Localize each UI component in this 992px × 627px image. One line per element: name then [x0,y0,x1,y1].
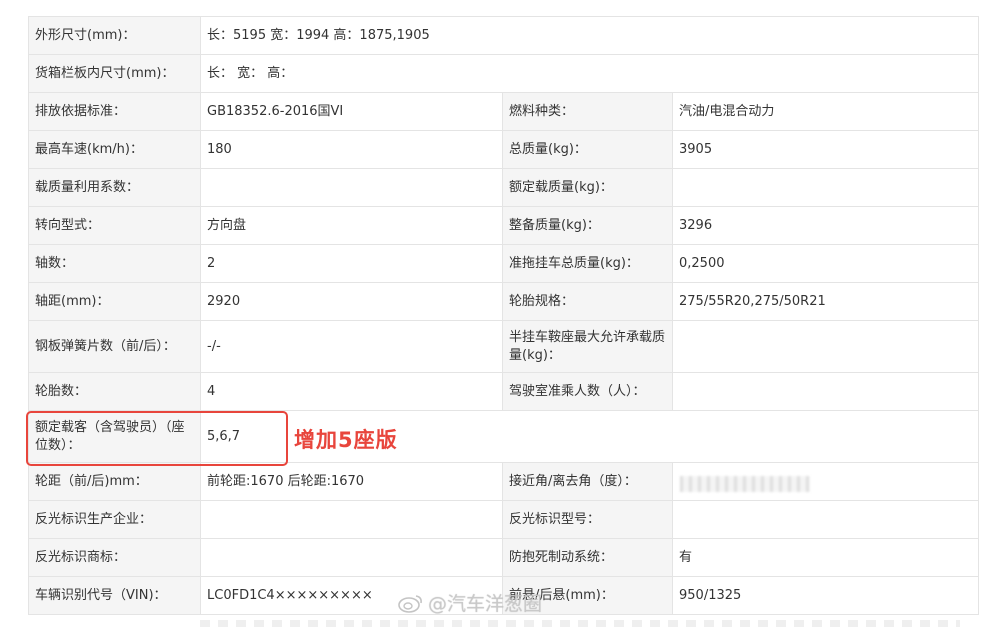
table-row: 转向型式： 方向盘 整备质量(kg)： 3296 [28,206,979,245]
spec-table: 外形尺寸(mm)： 长：5195 宽：1994 高：1875,1905 货箱栏板… [28,16,979,615]
value-abs: 有 [672,538,979,577]
label-fuel-type: 燃料种类： [502,92,673,131]
value-total-mass: 3905 [672,130,979,169]
label-curb-mass: 整备质量(kg)： [502,206,673,245]
weibo-icon [398,593,424,613]
label-axle-count: 轴数： [28,244,201,283]
value-emission-standard: GB18352.6-2016国VI [200,92,503,131]
value-reflector-maker [200,500,503,539]
label-cab-occupants: 驾驶室准乘人数（人）： [502,372,673,411]
label-reflector-model: 反光标识型号： [502,500,673,539]
table-row: 反光标识生产企业： 反光标识型号： [28,500,979,539]
label-rated-load: 额定载质量(kg)： [502,168,673,207]
table-row: 反光标识商标： 防抱死制动系统： 有 [28,538,979,577]
table-row: 轴数： 2 准拖挂车总质量(kg)： 0,2500 [28,244,979,283]
label-reflector-maker: 反光标识生产企业： [28,500,201,539]
label-dimensions: 外形尺寸(mm)： [28,16,201,55]
value-track-width: 前轮距:1670 后轮距:1670 [200,462,503,501]
value-leaf-springs: -/- [200,320,503,373]
redacted-value [680,476,810,492]
label-reflector-brand: 反光标识商标： [28,538,201,577]
value-trailer-mass: 0,2500 [672,244,979,283]
value-saddle-load [672,320,979,373]
label-cargo-box-size: 货箱栏板内尺寸(mm)： [28,54,201,93]
value-steering-type: 方向盘 [200,206,503,245]
table-row: 最高车速(km/h)： 180 总质量(kg)： 3905 [28,130,979,169]
label-abs: 防抱死制动系统： [502,538,673,577]
value-max-speed: 180 [200,130,503,169]
table-row: 钢板弹簧片数（前/后）： -/- 半挂车鞍座最大允许承载质量(kg)： [28,320,979,373]
label-leaf-springs: 钢板弹簧片数（前/后）： [28,320,201,373]
value-cab-occupants [672,372,979,411]
label-vin: 车辆识别代号（VIN)： [28,576,201,615]
label-trailer-mass: 准拖挂车总质量(kg)： [502,244,673,283]
label-max-speed: 最高车速(km/h)： [28,130,201,169]
value-cargo-box-size: 长： 宽： 高： [200,54,979,93]
label-wheelbase: 轴距(mm)： [28,282,201,321]
watermark: @汽车洋葱圈 [398,589,542,616]
watermark-text: @汽车洋葱圈 [428,593,543,615]
spec-page: 外形尺寸(mm)： 长：5195 宽：1994 高：1875,1905 货箱栏板… [0,0,992,627]
value-dimensions: 长：5195 宽：1994 高：1875,1905 [200,16,979,55]
value-reflector-brand [200,538,503,577]
highlight-box [26,411,288,466]
label-tire-count: 轮胎数： [28,372,201,411]
label-load-utilization: 载质量利用系数： [28,168,201,207]
table-row: 外形尺寸(mm)： 长：5195 宽：1994 高：1875,1905 [28,16,979,55]
value-curb-mass: 3296 [672,206,979,245]
table-row: 排放依据标准： GB18352.6-2016国VI 燃料种类： 汽油/电混合动力 [28,92,979,131]
value-rated-load [672,168,979,207]
label-saddle-load: 半挂车鞍座最大允许承载质量(kg)： [502,320,673,373]
value-overhang: 950/1325 [672,576,979,615]
table-row: 货箱栏板内尺寸(mm)： 长： 宽： 高： [28,54,979,93]
table-row: 轮胎数： 4 驾驶室准乘人数（人）： [28,372,979,411]
value-tire-spec: 275/55R20,275/50R21 [672,282,979,321]
value-load-utilization [200,168,503,207]
label-emission-standard: 排放依据标准： [28,92,201,131]
label-approach-departure-angle: 接近角/离去角（度）： [502,462,673,501]
value-wheelbase: 2920 [200,282,503,321]
label-tire-spec: 轮胎规格： [502,282,673,321]
value-tire-count: 4 [200,372,503,411]
cropped-row-remnant [200,620,960,627]
label-track-width: 轮距（前/后)mm： [28,462,201,501]
label-total-mass: 总质量(kg)： [502,130,673,169]
table-row: 载质量利用系数： 额定载质量(kg)： [28,168,979,207]
value-fuel-type: 汽油/电混合动力 [672,92,979,131]
value-reflector-model [672,500,979,539]
annotation-label: 增加5座版 [294,428,398,452]
label-steering-type: 转向型式： [28,206,201,245]
value-axle-count: 2 [200,244,503,283]
table-row: 轴距(mm)： 2920 轮胎规格： 275/55R20,275/50R21 [28,282,979,321]
table-row: 轮距（前/后)mm： 前轮距:1670 后轮距:1670 接近角/离去角（度）： [28,462,979,501]
